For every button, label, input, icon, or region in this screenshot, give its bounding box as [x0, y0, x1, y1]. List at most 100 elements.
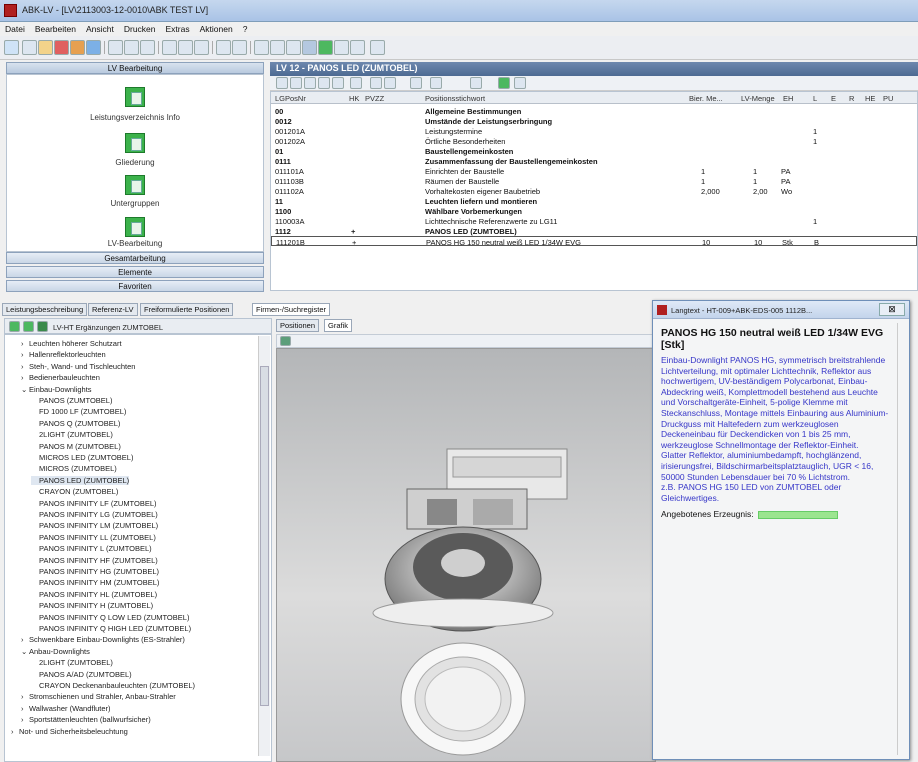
- menu-bearbeiten[interactable]: Bearbeiten: [30, 22, 81, 36]
- tab-leistungsbeschreibung[interactable]: Leistungsbeschreibung: [2, 303, 88, 316]
- tab-positionen[interactable]: Positionen: [276, 319, 320, 332]
- close-icon[interactable]: [290, 77, 302, 89]
- print-icon[interactable]: [108, 40, 123, 55]
- tree-item[interactable]: PANOS INFINITY HF (ZUMTOBEL): [31, 556, 158, 565]
- tree-item[interactable]: › Wallwasher (Wandfluter): [21, 704, 111, 713]
- table-row[interactable]: 001202A Örtliche Besonderheiten 1: [271, 136, 917, 146]
- col-lv-menge[interactable]: LV-Menge: [741, 94, 775, 103]
- table-row[interactable]: 01 Baustellengemeinkosten: [271, 146, 917, 156]
- tree-item[interactable]: PANOS (ZUMTOBEL): [31, 396, 112, 405]
- col-r[interactable]: R: [849, 94, 854, 103]
- calendar-icon[interactable]: [410, 77, 422, 89]
- table-row[interactable]: 1112 + PANOS LED (ZUMTOBEL): [271, 226, 917, 236]
- tab-firmen-suchregister[interactable]: Firmen-/Suchregister: [252, 303, 331, 316]
- col-l[interactable]: L: [813, 94, 817, 103]
- col-hk[interactable]: HK: [349, 94, 359, 103]
- table-icon[interactable]: [232, 40, 247, 55]
- report-icon[interactable]: [350, 40, 365, 55]
- layout-icon[interactable]: [430, 77, 442, 89]
- menu-extras[interactable]: Extras: [161, 22, 195, 36]
- check-icon[interactable]: [276, 77, 288, 89]
- tree-item[interactable]: PANOS INFINITY LL (ZUMTOBEL): [31, 533, 156, 542]
- tree-item[interactable]: PANOS INFINITY Q LOW LED (ZUMTOBEL): [31, 613, 189, 622]
- table-row[interactable]: 001201A Leistungstermine 1: [271, 126, 917, 136]
- nav-icon[interactable]: [4, 40, 19, 55]
- lv-bearbeitung-icon[interactable]: [125, 217, 145, 237]
- tree-item[interactable]: PANOS INFINITY Q HIGH LED (ZUMTOBEL): [31, 624, 191, 633]
- lg-view-icon[interactable]: [270, 40, 285, 55]
- tree-item[interactable]: › Hallenreflektorleuchten: [21, 350, 106, 359]
- tree-item[interactable]: PANOS INFINITY HM (ZUMTOBEL): [31, 578, 159, 587]
- favoriten-button[interactable]: Favoriten: [6, 280, 264, 292]
- tree-expander-icon[interactable]: ›: [21, 692, 29, 701]
- table-row[interactable]: 111201B + PANOS HG 150 neutral weiß LED 1/…: [271, 236, 917, 247]
- col-pu[interactable]: PU: [883, 94, 893, 103]
- tab-grafik[interactable]: Grafik: [324, 319, 353, 332]
- sort-icon[interactable]: [384, 77, 396, 89]
- copy-icon[interactable]: [140, 40, 155, 55]
- col-e[interactable]: E: [831, 94, 836, 103]
- tree-scrollbar[interactable]: [258, 336, 270, 756]
- tree-item[interactable]: PANOS INFINITY HG (ZUMTOBEL): [31, 567, 159, 576]
- tree-item[interactable]: PANOS A/AD (ZUMTOBEL): [31, 670, 132, 679]
- green-grid-icon[interactable]: [498, 77, 510, 89]
- tree-item[interactable]: ⌄ Anbau-Downlights: [21, 647, 90, 656]
- tree-item[interactable]: › Bedienerbauleuchten: [21, 373, 100, 382]
- tree-item[interactable]: › Stromschienen und Strahler, Anbau-Strah…: [21, 692, 176, 701]
- tree-expander-icon[interactable]: ›: [21, 635, 29, 644]
- tree-item[interactable]: › Leuchten höherer Schutzart: [21, 339, 122, 348]
- menu-datei[interactable]: Datei: [0, 22, 30, 36]
- tools-icon[interactable]: [194, 40, 209, 55]
- delete-icon[interactable]: [54, 40, 69, 55]
- add-icon[interactable]: [318, 77, 330, 89]
- col-he[interactable]: HE: [865, 94, 875, 103]
- table-row[interactable]: 0012 Umstände der Leistungserbringung: [271, 116, 917, 126]
- tree-expander-icon[interactable]: ›: [21, 704, 29, 713]
- tree-item[interactable]: PANOS INFINITY L (ZUMTOBEL): [31, 544, 152, 553]
- insert-icon[interactable]: [304, 77, 316, 89]
- image-tool-icon[interactable]: [280, 336, 291, 346]
- export-icon[interactable]: [86, 40, 101, 55]
- tree-item[interactable]: 2LIGHT (ZUMTOBEL): [31, 658, 113, 667]
- new-icon[interactable]: [22, 40, 37, 55]
- tree-item[interactable]: PANOS INFINITY HL (ZUMTOBEL): [31, 590, 157, 599]
- tree-expander-icon[interactable]: ›: [21, 339, 29, 348]
- window-icon[interactable]: [370, 40, 385, 55]
- col-stichwort[interactable]: Positionsstichwort: [425, 94, 485, 103]
- table-row[interactable]: 00 Allgemeine Bestimmungen: [271, 106, 917, 116]
- tree-scroll-thumb[interactable]: [260, 366, 269, 706]
- tree-item[interactable]: CRAYON Deckenanbauleuchten (ZUMTOBEL): [31, 681, 195, 690]
- col-eh[interactable]: EH: [783, 94, 793, 103]
- status-icon[interactable]: [318, 40, 333, 55]
- tree-item[interactable]: PANOS LED (ZUMTOBEL): [31, 475, 130, 485]
- col-lgposnr[interactable]: LGPosNr: [275, 94, 306, 103]
- tree-item[interactable]: FD 1000 LF (ZUMTOBEL): [31, 407, 126, 416]
- tree-item[interactable]: PANOS INFINITY LM (ZUMTOBEL): [31, 521, 158, 530]
- table-row[interactable]: 1100 Wählbare Vorbemerkungen: [271, 206, 917, 216]
- tree-item[interactable]: CRAYON (ZUMTOBEL): [31, 487, 118, 496]
- table-row[interactable]: 011101A Einrichten der Baustelle 1 1 PA: [271, 166, 917, 176]
- ug-view-icon[interactable]: [286, 40, 301, 55]
- split-view-icon[interactable]: [302, 40, 317, 55]
- table-row[interactable]: 110003A Lichttechnische Referenzwerte zu …: [271, 216, 917, 226]
- menu-drucken[interactable]: Drucken: [119, 22, 161, 36]
- tree-item[interactable]: ⌄ Einbau-Downlights: [21, 385, 92, 394]
- tree-item[interactable]: PANOS M (ZUMTOBEL): [31, 442, 121, 451]
- binoculars-icon[interactable]: [514, 77, 526, 89]
- tree-item[interactable]: › Schwenkbare Einbau-Downlights (ES-Strah…: [21, 635, 185, 644]
- tree-item[interactable]: › Sportstättenleuchten (ballwurfsicher): [21, 715, 151, 724]
- untergruppen-icon[interactable]: [125, 175, 145, 195]
- check-icon[interactable]: [178, 40, 193, 55]
- gliederung-icon[interactable]: [125, 133, 145, 153]
- tree-item[interactable]: PANOS INFINITY LG (ZUMTOBEL): [31, 510, 158, 519]
- close-button[interactable]: ⊠: [879, 303, 905, 316]
- table-row[interactable]: 11 Leuchten liefern und montieren: [271, 196, 917, 206]
- tree-expander-icon[interactable]: ›: [21, 362, 29, 371]
- tree-item[interactable]: MICROS LED (ZUMTOBEL): [31, 453, 133, 462]
- tab-referenz-lv[interactable]: Referenz-LV: [88, 303, 138, 316]
- tree-expander-icon[interactable]: ⌄: [21, 647, 29, 656]
- elemente-button[interactable]: Elemente: [6, 266, 264, 278]
- tree-item[interactable]: 2LIGHT (ZUMTOBEL): [31, 430, 113, 439]
- tree-item[interactable]: PANOS INFINITY LF (ZUMTOBEL): [31, 499, 157, 508]
- lv-info-icon[interactable]: [125, 87, 145, 107]
